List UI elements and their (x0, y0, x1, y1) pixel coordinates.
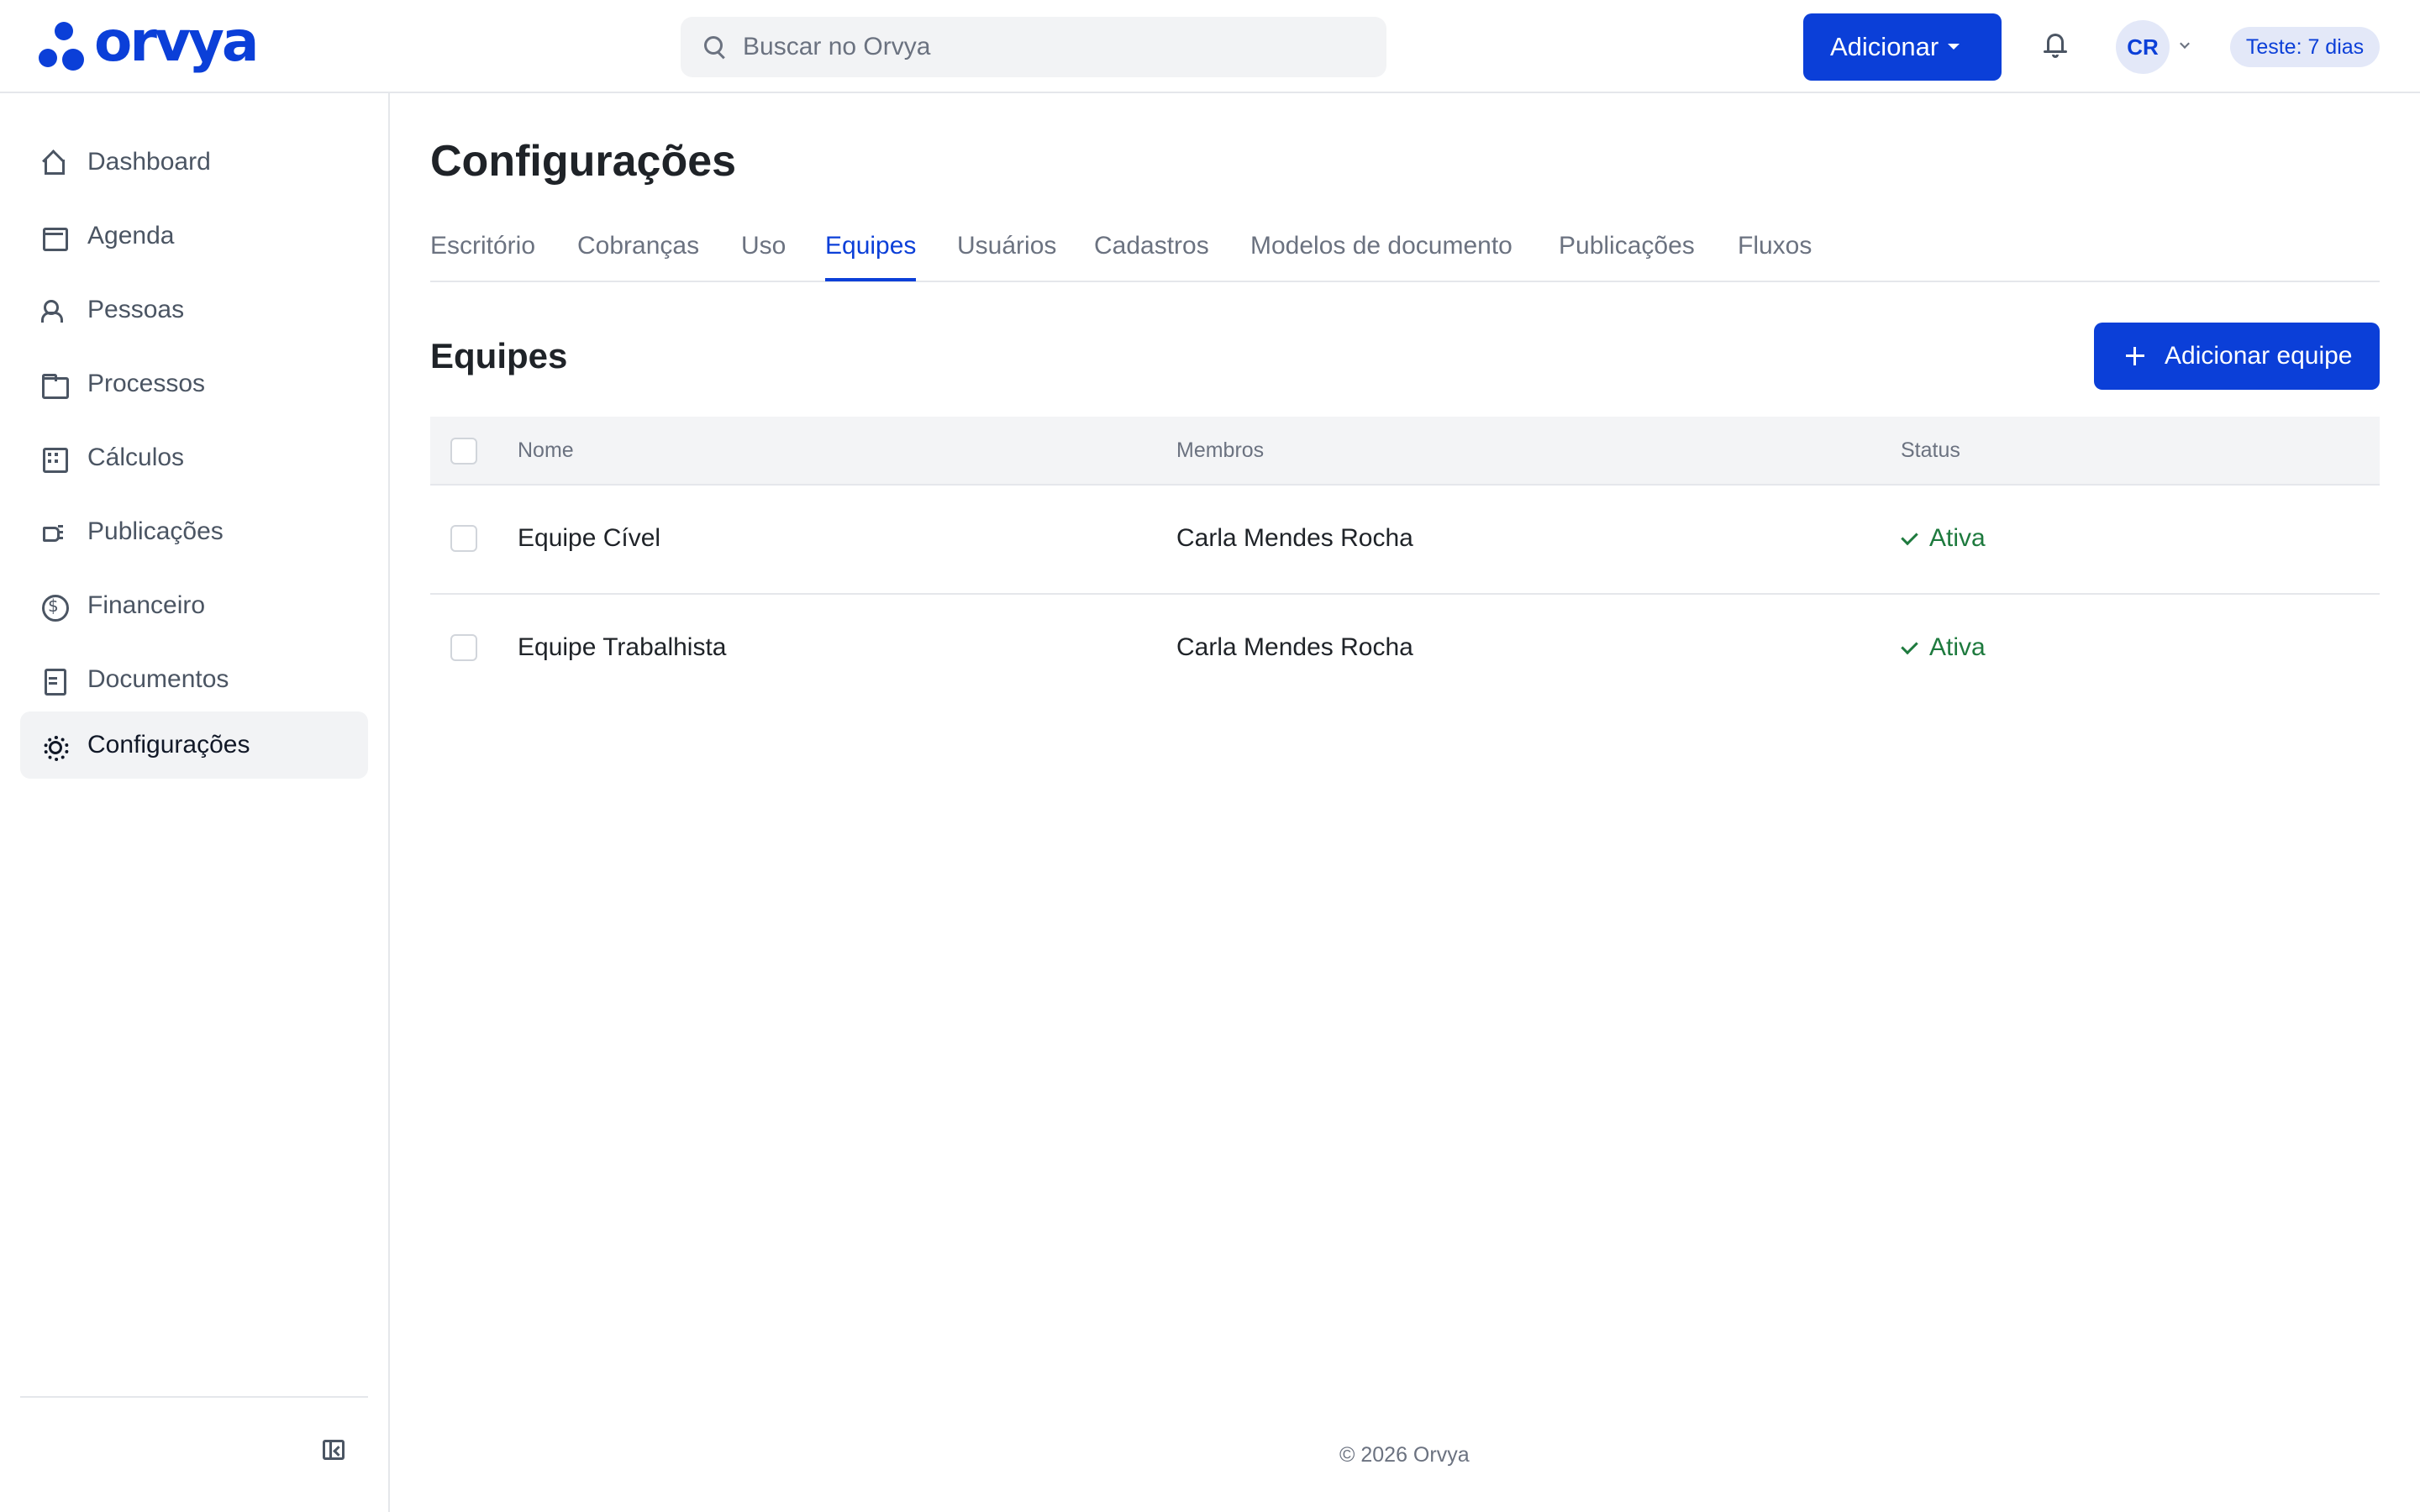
sidebar-item-calculos[interactable]: Cálculos (20, 424, 368, 491)
team-name[interactable]: Equipe Cível (518, 524, 660, 553)
sidebar-item-dashboard[interactable]: Dashboard (20, 129, 368, 196)
table-row[interactable]: Equipe Trabalhista Carla Mendes Rocha At… (430, 595, 2380, 704)
check-icon (1901, 533, 1919, 544)
page-title: Configurações (430, 137, 737, 186)
dollar-circle-icon (40, 593, 69, 622)
trial-badge[interactable]: Teste: 7 dias (2230, 27, 2380, 67)
status-badge: Ativa (1901, 633, 1986, 662)
chevron-down-icon[interactable] (2180, 39, 2190, 49)
search-input[interactable] (743, 33, 1348, 61)
avatar[interactable]: CR (2116, 20, 2170, 74)
sidebar: Dashboard Agenda Pessoas Processos Cálcu… (0, 93, 390, 1512)
sidebar-item-processos[interactable]: Processos (20, 350, 368, 417)
tab-cobrancas[interactable]: Cobranças (577, 232, 699, 282)
sidebar-item-label: Pessoas (87, 296, 185, 323)
status-label: Ativa (1929, 633, 1986, 661)
sidebar-item-configuracoes[interactable]: Configurações (20, 711, 368, 779)
logo-mark-icon (39, 18, 84, 74)
top-bar: orvya Adicionar CR Teste: 7 dias (0, 0, 2420, 93)
sidebar-item-publicacoes[interactable]: Publicações (20, 498, 368, 565)
add-team-button-label: Adicionar equipe (2165, 342, 2353, 370)
add-team-button[interactable]: Adicionar equipe (2094, 323, 2380, 390)
column-header-status[interactable]: Status (1901, 438, 1960, 463)
sidebar-item-label: Financeiro (87, 591, 206, 619)
sidebar-item-label: Cálculos (87, 444, 185, 471)
settings-tabs: Escritório Cobranças Uso Equipes Usuário… (430, 232, 2380, 282)
status-badge: Ativa (1901, 524, 1986, 553)
caret-down-icon (1948, 44, 1960, 50)
tab-usuarios[interactable]: Usuários (957, 232, 1056, 282)
tab-equipes[interactable]: Equipes (825, 232, 917, 282)
team-name[interactable]: Equipe Trabalhista (518, 633, 727, 662)
folder-icon (40, 371, 69, 399)
people-icon (40, 297, 66, 323)
team-members: Carla Mendes Rocha (1176, 524, 1413, 552)
calculator-icon (40, 445, 68, 473)
add-dropdown-button[interactable]: Adicionar (1803, 13, 2002, 81)
footer-copyright: © 2026 Orvya (1339, 1443, 1470, 1467)
sidebar-item-label: Publicações (87, 517, 224, 545)
tab-cadastros[interactable]: Cadastros (1094, 232, 1209, 282)
select-all-checkbox[interactable] (450, 438, 477, 465)
sidebar-item-pessoas[interactable]: Pessoas (20, 276, 368, 344)
tab-publicacoes[interactable]: Publicações (1559, 232, 1695, 282)
row-checkbox[interactable] (450, 525, 477, 552)
search-bar[interactable] (681, 17, 1386, 77)
column-header-members[interactable]: Membros (1176, 438, 1264, 463)
check-icon (1901, 642, 1919, 654)
status-label: Ativa (1929, 524, 1986, 552)
logo-text: orvya (94, 8, 259, 74)
sidebar-item-label: Processos (87, 370, 206, 397)
tab-escritorio[interactable]: Escritório (430, 232, 535, 282)
sidebar-item-agenda[interactable]: Agenda (20, 202, 368, 270)
search-icon (702, 34, 728, 60)
megaphone-icon (40, 519, 66, 544)
table-header: Nome Membros Status (430, 417, 2380, 486)
tab-uso[interactable]: Uso (741, 232, 786, 282)
sidebar-item-label: Agenda (87, 222, 175, 249)
sidebar-item-financeiro[interactable]: Financeiro (20, 572, 368, 639)
document-icon (40, 667, 66, 696)
section-title: Equipes (430, 336, 568, 375)
sidebar-item-label: Dashboard (87, 148, 211, 176)
collapse-sidebar-icon[interactable] (323, 1440, 345, 1460)
calendar-icon (40, 223, 68, 251)
orvya-logo[interactable]: orvya (39, 9, 259, 76)
tab-fluxos[interactable]: Fluxos (1738, 232, 1812, 282)
row-checkbox[interactable] (450, 634, 477, 661)
add-button-label: Adicionar (1830, 32, 1939, 61)
plus-icon (2126, 347, 2144, 365)
sidebar-divider (20, 1396, 368, 1398)
home-icon (40, 150, 66, 175)
gear-icon (40, 732, 69, 761)
teams-table: Nome Membros Status Equipe Cível Carla M… (430, 417, 2380, 704)
sidebar-item-label: Configurações (87, 731, 250, 759)
table-row[interactable]: Equipe Cível Carla Mendes Rocha Ativa (430, 486, 2380, 595)
team-members: Carla Mendes Rocha (1176, 633, 1413, 661)
sidebar-item-documentos[interactable]: Documentos (20, 646, 368, 713)
bell-icon[interactable] (2044, 32, 2067, 59)
sidebar-item-label: Documentos (87, 665, 229, 693)
column-header-name[interactable]: Nome (518, 438, 574, 463)
tab-modelos-de-documento[interactable]: Modelos de documento (1250, 232, 1512, 282)
